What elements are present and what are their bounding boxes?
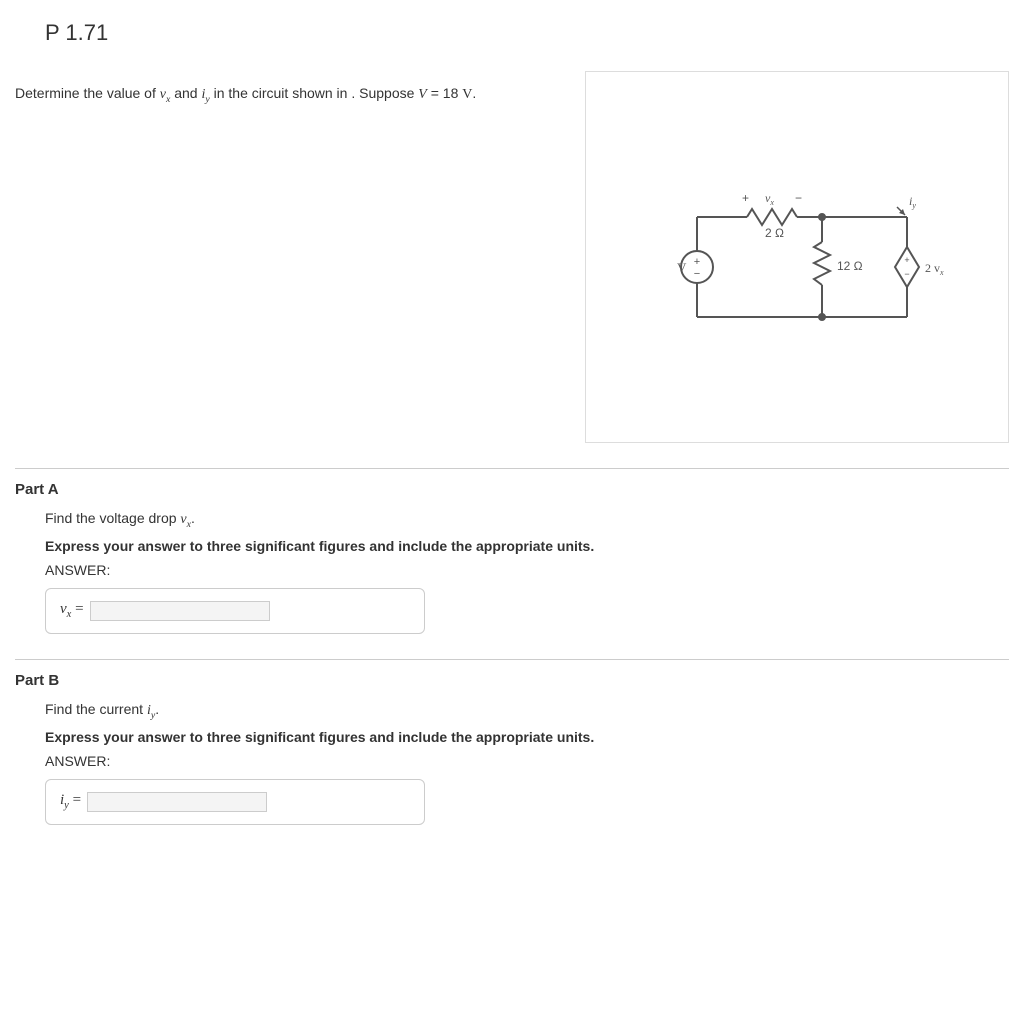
part-a-heading: Part A [15, 481, 1009, 498]
part-a-instruction: Express your answer to three significant… [45, 538, 1009, 554]
var-iy: iy [201, 87, 209, 102]
problem-statement: Determine the value of vx and iy in the … [15, 85, 575, 105]
iy-label: iy [909, 194, 916, 210]
circuit-diagram: V + − + vx − 2 Ω 12 Ω iy + − 2 vx [647, 157, 947, 357]
dep-label: 2 vx [925, 261, 944, 277]
circuit-figure: V + − + vx − 2 Ω 12 Ω iy + − 2 vx [585, 71, 1009, 443]
part-b-prompt: Find the current iy. [45, 701, 1009, 721]
part-a-prompt: Find the voltage drop vx. [45, 510, 1009, 530]
part-b-instruction: Express your answer to three significant… [45, 729, 1009, 745]
part-a-answer-box: vx = [45, 588, 425, 634]
vx-plus: + [742, 191, 749, 205]
var-vx: vx [160, 87, 171, 102]
answer-label: ANSWER: [45, 753, 1009, 769]
part-b-input[interactable] [87, 792, 267, 812]
statement-text: and [170, 85, 201, 101]
divider [15, 659, 1009, 660]
v-source-label: V [677, 260, 687, 275]
divider [15, 468, 1009, 469]
part-a-input-label: vx = [60, 601, 84, 620]
part-a-input[interactable] [90, 601, 270, 621]
src-plus: + [694, 256, 700, 268]
part-b-input-label: iy = [60, 792, 81, 811]
answer-label: ANSWER: [45, 562, 1009, 578]
statement-text: = 18 [427, 85, 462, 101]
statement-text: in the circuit shown in . Suppose [210, 85, 419, 101]
dep-plus: + [904, 255, 909, 265]
vx-minus: − [795, 191, 802, 205]
unit-V: V [462, 87, 472, 102]
statement-text: Determine the value of [15, 85, 160, 101]
statement-text: . [472, 85, 476, 101]
problem-title: P 1.71 [45, 20, 1009, 46]
src-minus: − [694, 268, 700, 280]
r1-label: 2 Ω [765, 226, 784, 240]
dep-minus: − [904, 269, 909, 279]
r2-label: 12 Ω [837, 259, 863, 273]
vx-label: vx [765, 191, 774, 207]
part-b-heading: Part B [15, 672, 1009, 689]
var-V: V [418, 87, 427, 102]
part-b-answer-box: iy = [45, 779, 425, 825]
